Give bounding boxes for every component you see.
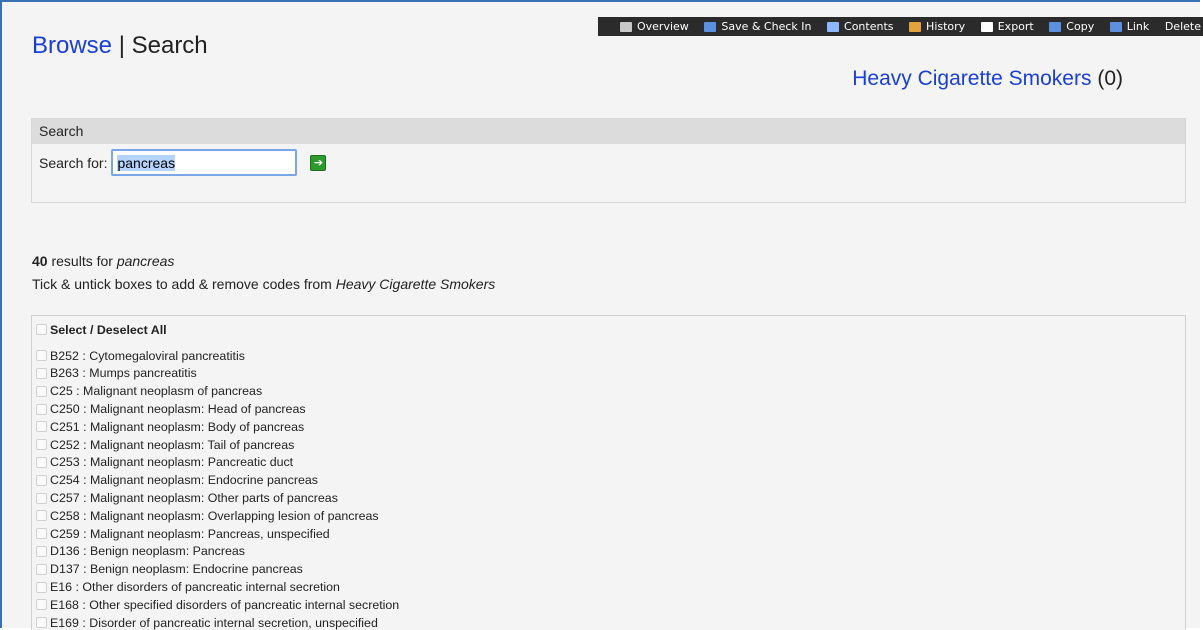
export-icon <box>980 21 993 32</box>
list-item-checkbox[interactable] <box>36 474 47 486</box>
list-item-label: C252 : Malignant neoplasm: Tail of pancr… <box>50 437 295 452</box>
results-hint-prefix: Tick & untick boxes to add & remove code… <box>32 276 336 292</box>
list-item[interactable]: B263 : Mumps pancreatitis <box>36 365 1185 383</box>
list-item-label: C250 : Malignant neoplasm: Head of pancr… <box>50 402 306 417</box>
results-list: Select / Deselect All B252 : Cytomegalov… <box>31 315 1186 630</box>
list-item-label: D136 : Benign neoplasm: Pancreas <box>50 544 245 559</box>
toolbar-export-label: Export <box>997 20 1034 33</box>
list-item[interactable]: C258 : Malignant neoplasm: Overlapping l… <box>36 507 1185 525</box>
list-item[interactable]: C254 : Malignant neoplasm: Endocrine pan… <box>36 471 1185 489</box>
list-item-checkbox[interactable] <box>36 350 47 362</box>
toolbar-save-checkin-button[interactable]: Save & Check In <box>704 20 811 33</box>
app-frame: Overview Save & Check In Contents Histor… <box>0 0 1203 630</box>
list-item[interactable]: C259 : Malignant neoplasm: Pancreas, uns… <box>36 525 1185 543</box>
browse-link[interactable]: Browse <box>32 32 112 59</box>
toolbar-delete-button[interactable]: Delete <box>1165 20 1201 33</box>
toolbar-overview-label: Overview <box>637 20 689 33</box>
list-item-checkbox[interactable] <box>36 456 47 468</box>
toolbar-export-button[interactable]: Export <box>980 20 1034 33</box>
list-item-checkbox[interactable] <box>36 421 47 433</box>
save-icon <box>704 21 717 32</box>
toolbar-contents-label: Contents <box>844 20 894 33</box>
list-item-label: C251 : Malignant neoplasm: Body of pancr… <box>50 419 305 434</box>
toolbar-overview-button[interactable]: Overview <box>620 20 689 33</box>
list-item[interactable]: D136 : Benign neoplasm: Pancreas <box>36 543 1185 561</box>
toolbar-link-button[interactable]: Link <box>1109 20 1150 33</box>
search-panel: Search Search for: ➔ <box>31 118 1186 203</box>
toolbar-copy-label: Copy <box>1066 20 1095 33</box>
list-item-label: E168 : Other specified disorders of panc… <box>50 597 400 612</box>
results-query: pancreas <box>116 253 175 269</box>
list-item-label: E16 : Other disorders of pancreatic inte… <box>50 580 340 595</box>
list-item-label: C258 : Malignant neoplasm: Overlapping l… <box>50 508 379 523</box>
breadcrumb: Browse | Search <box>32 32 208 60</box>
search-icon <box>827 21 840 32</box>
list-item[interactable]: C253 : Malignant neoplasm: Pancreatic du… <box>36 454 1185 472</box>
home-icon <box>620 21 632 32</box>
results-hint-list: Heavy Cigarette Smokers <box>335 276 496 292</box>
list-item[interactable]: C251 : Malignant neoplasm: Body of pancr… <box>36 418 1185 436</box>
list-item-label: C253 : Malignant neoplasm: Pancreatic du… <box>50 455 294 470</box>
results-count-number: 40 <box>32 253 48 269</box>
search-row: Search for: ➔ <box>39 149 327 176</box>
copy-icon <box>1049 21 1062 32</box>
toolbar-history-button[interactable]: History <box>909 20 965 33</box>
breadcrumb-separator: | <box>112 32 132 59</box>
list-item-checkbox[interactable] <box>36 617 47 629</box>
list-item-label: D137 : Benign neoplasm: Endocrine pancre… <box>50 562 303 577</box>
select-all-row[interactable]: Select / Deselect All <box>36 321 1185 339</box>
list-item[interactable]: D137 : Benign neoplasm: Endocrine pancre… <box>36 560 1185 578</box>
results-count: 40 results for pancreas <box>32 253 174 269</box>
list-item-label: C25 : Malignant neoplasm of pancreas <box>50 384 263 399</box>
list-item-checkbox[interactable] <box>36 439 47 451</box>
results-hint: Tick & untick boxes to add & remove code… <box>32 276 495 292</box>
list-item[interactable]: E16 : Other disorders of pancreatic inte… <box>36 578 1185 596</box>
list-item-label: C254 : Malignant neoplasm: Endocrine pan… <box>50 473 318 488</box>
top-toolbar: Overview Save & Check In Contents Histor… <box>598 17 1203 36</box>
list-item-checkbox[interactable] <box>36 581 47 593</box>
list-item-checkbox[interactable] <box>36 545 47 557</box>
list-item-checkbox[interactable] <box>36 385 47 397</box>
toolbar-history-label: History <box>926 20 966 33</box>
history-icon <box>909 21 922 32</box>
list-item[interactable]: B252 : Cytomegaloviral pancreatitis <box>36 347 1185 365</box>
results-items: B252 : Cytomegaloviral pancreatitis B263 … <box>36 347 1185 630</box>
search-label: Search for: <box>39 154 108 171</box>
list-item[interactable]: E168 : Other specified disorders of panc… <box>36 596 1185 614</box>
list-item-checkbox[interactable] <box>36 510 47 522</box>
select-all-checkbox[interactable] <box>36 324 47 336</box>
list-item-label: B252 : Cytomegaloviral pancreatitis <box>50 348 245 363</box>
list-item[interactable]: C252 : Malignant neoplasm: Tail of pancr… <box>36 436 1185 454</box>
list-item-checkbox[interactable] <box>36 599 47 611</box>
breadcrumb-current: Search <box>131 32 208 59</box>
list-item[interactable]: C257 : Malignant neoplasm: Other parts o… <box>36 489 1185 507</box>
toolbar-link-label: Link <box>1126 20 1150 33</box>
list-item-checkbox[interactable] <box>36 492 47 504</box>
codelist-count: (0) <box>1097 67 1123 90</box>
search-go-button[interactable]: ➔ <box>310 154 327 171</box>
select-all-label: Select / Deselect All <box>50 322 167 337</box>
toolbar-delete-label: Delete <box>1164 20 1201 33</box>
list-item-checkbox[interactable] <box>36 403 47 415</box>
list-item-label: B263 : Mumps pancreatitis <box>50 366 197 381</box>
search-input[interactable] <box>111 149 298 176</box>
list-item-checkbox[interactable] <box>36 367 47 379</box>
codelist-title: Heavy Cigarette Smokers (0) <box>852 67 1123 91</box>
list-item-checkbox[interactable] <box>36 528 47 540</box>
codelist-name-link[interactable]: Heavy Cigarette Smokers <box>852 67 1091 90</box>
list-item-label: C257 : Malignant neoplasm: Other parts o… <box>50 491 338 506</box>
toolbar-copy-button[interactable]: Copy <box>1049 20 1094 33</box>
search-panel-title: Search <box>32 119 1185 144</box>
results-count-text: results for <box>47 253 117 269</box>
list-item-checkbox[interactable] <box>36 563 47 575</box>
list-item[interactable]: C250 : Malignant neoplasm: Head of pancr… <box>36 400 1185 418</box>
link-icon <box>1109 21 1122 32</box>
list-item-label: C259 : Malignant neoplasm: Pancreas, uns… <box>50 526 330 541</box>
list-item[interactable]: C25 : Malignant neoplasm of pancreas <box>36 382 1185 400</box>
arrow-right-icon: ➔ <box>313 155 324 169</box>
toolbar-save-checkin-label: Save & Check In <box>721 20 812 33</box>
toolbar-contents-button[interactable]: Contents <box>827 20 894 33</box>
